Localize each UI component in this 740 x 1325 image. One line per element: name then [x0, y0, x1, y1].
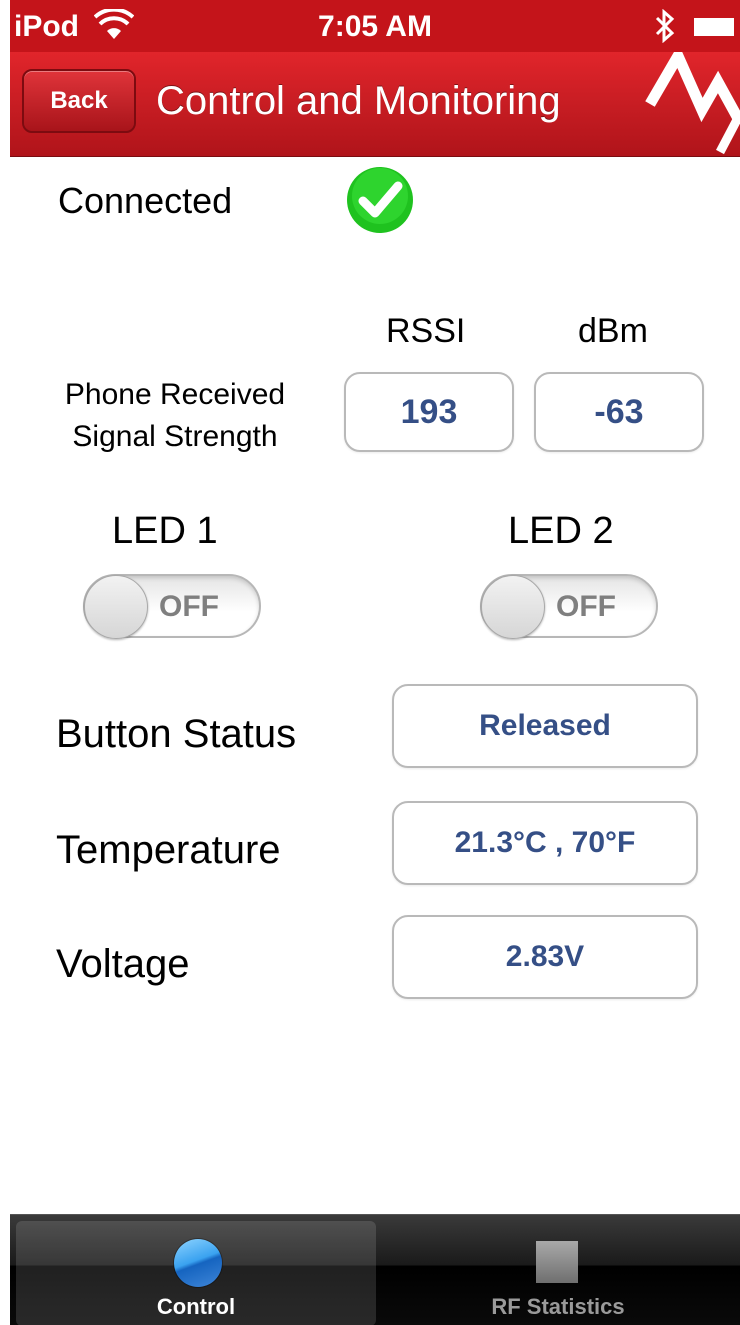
- button-status-value: Released: [392, 684, 698, 768]
- battery-icon: [694, 18, 734, 36]
- temperature-label: Temperature: [56, 828, 281, 872]
- rssi-value-field: 193: [344, 372, 514, 452]
- tab-control[interactable]: Control: [16, 1221, 376, 1325]
- tab-control-label: Control: [156, 1294, 236, 1319]
- button-status-label: Button Status: [56, 712, 297, 756]
- app-screen: iPod 7:05 AM Back Control and Monitoring…: [10, 0, 740, 1325]
- toggle-knob[interactable]: [481, 575, 545, 639]
- brand-logo-icon: [645, 52, 740, 155]
- led1-label: LED 1: [112, 510, 218, 552]
- signal-label-line2: Signal Strength: [72, 420, 278, 453]
- led1-toggle-state: OFF: [159, 590, 219, 623]
- led1-toggle[interactable]: OFF: [83, 574, 261, 639]
- square-icon: [536, 1241, 578, 1283]
- connected-label: Connected: [58, 180, 233, 221]
- voltage-label: Voltage: [56, 942, 190, 986]
- signal-strength-label: Phone Received Signal Strength: [40, 374, 310, 458]
- toggle-knob[interactable]: [84, 575, 148, 639]
- voltage-value: 2.83V: [392, 915, 698, 999]
- page-title: Control and Monitoring: [156, 79, 561, 123]
- tab-rf-statistics[interactable]: RF Statistics: [378, 1221, 738, 1325]
- bluetooth-icon: [654, 8, 676, 51]
- tab-bar: Control RF Statistics: [10, 1214, 740, 1325]
- dbm-header: dBm: [578, 312, 648, 350]
- navigation-bar: Back Control and Monitoring: [10, 52, 740, 157]
- dbm-value-field: -63: [534, 372, 704, 452]
- led2-toggle[interactable]: OFF: [480, 574, 658, 639]
- signal-label-line1: Phone Received: [64, 378, 286, 411]
- tab-rf-statistics-label: RF Statistics: [491, 1294, 625, 1319]
- led2-label: LED 2: [508, 510, 614, 552]
- status-time: 7:05 AM: [318, 10, 432, 43]
- status-bar: iPod 7:05 AM: [10, 0, 740, 52]
- temperature-value: 21.3°C , 70°F: [392, 801, 698, 885]
- rssi-header: RSSI: [386, 312, 466, 350]
- led2-toggle-state: OFF: [556, 590, 616, 623]
- back-button[interactable]: Back: [22, 69, 136, 133]
- circle-icon: [174, 1239, 222, 1287]
- check-circle-icon: [347, 167, 413, 233]
